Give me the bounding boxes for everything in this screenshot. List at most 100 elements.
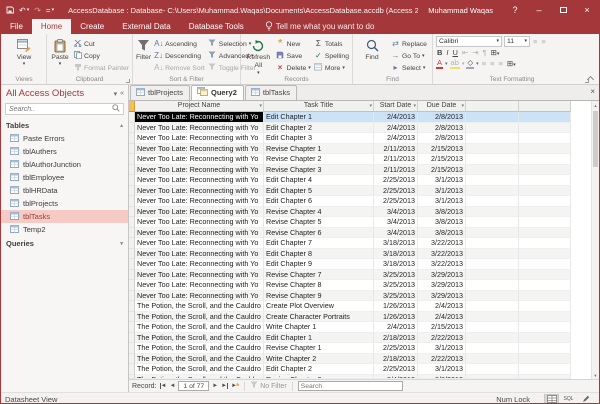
cell-task-title[interactable]: Edit Chapter 6: [264, 196, 374, 207]
cell-task-title[interactable]: Edit Chapter 4: [264, 175, 374, 186]
cell-empty[interactable]: [519, 154, 571, 165]
cell-task-title[interactable]: Revise Chapter 4: [264, 206, 374, 217]
cell-due-date[interactable]: 2/22/2013: [418, 353, 466, 364]
background-color-icon[interactable]: ◇: [466, 59, 475, 69]
cell-project-name[interactable]: The Potion, the Scroll, and the Cauldro: [135, 374, 264, 379]
next-record-button[interactable]: ►: [212, 383, 218, 389]
cell-empty[interactable]: [519, 217, 571, 228]
column-dropdown-icon[interactable]: ▾: [369, 101, 372, 111]
cell-empty[interactable]: [519, 196, 571, 207]
datasheet-view-icon[interactable]: [544, 393, 559, 403]
cell-project-name[interactable]: Never Too Late: Reconnecting with Yo: [135, 143, 264, 154]
cell-task-title[interactable]: Write Chapter 1: [264, 322, 374, 333]
cell-empty[interactable]: [466, 175, 519, 186]
cell-start-date[interactable]: 2/25/2013: [374, 185, 418, 196]
italic-button[interactable]: I: [445, 48, 449, 58]
view-button[interactable]: View ▾: [8, 36, 40, 67]
find-button[interactable]: Find: [356, 36, 388, 62]
cell-due-date[interactable]: 2/15/2013: [418, 143, 466, 154]
cell-empty[interactable]: [519, 269, 571, 280]
datasheet-formatting-icon[interactable]: ⊞▾: [506, 59, 517, 69]
cell-start-date[interactable]: 2/11/2013: [374, 143, 418, 154]
cell-empty[interactable]: [519, 185, 571, 196]
cell-empty[interactable]: [519, 133, 571, 144]
select-button[interactable]: ▸ Select ▾: [391, 62, 427, 74]
cell-empty[interactable]: [519, 112, 571, 123]
cell-empty[interactable]: [466, 374, 519, 379]
new-blank-record-button[interactable]: ► *: [231, 382, 239, 391]
delete-record-button[interactable]: × Delete ▾: [276, 62, 311, 74]
cell-start-date[interactable]: 2/11/2013: [374, 164, 418, 175]
cell-project-name[interactable]: Never Too Late: Reconnecting with Yo: [135, 290, 264, 301]
filter-status[interactable]: No Filter: [250, 381, 287, 391]
paste-button[interactable]: Paste ▾: [50, 36, 70, 67]
cell-empty[interactable]: [519, 374, 571, 379]
cell-project-name[interactable]: Never Too Late: Reconnecting with Yo: [135, 154, 264, 165]
cell-project-name[interactable]: Never Too Late: Reconnecting with Yo: [135, 196, 264, 207]
scroll-up-icon[interactable]: ▲: [592, 101, 599, 109]
cell-empty[interactable]: [519, 364, 571, 375]
cell-project-name[interactable]: Never Too Late: Reconnecting with Yo: [135, 185, 264, 196]
remove-sort-button[interactable]: A↓ Remove Sort: [154, 62, 205, 74]
cut-button[interactable]: Cut: [73, 38, 129, 50]
cell-empty[interactable]: [466, 290, 519, 301]
cell-empty[interactable]: [519, 227, 571, 238]
cell-due-date[interactable]: 3/1/2013: [418, 196, 466, 207]
cell-due-date[interactable]: 3/8/2013: [418, 206, 466, 217]
cell-project-name[interactable]: Never Too Late: Reconnecting with Yo: [135, 259, 264, 270]
cell-task-title[interactable]: Edit Chapter 9: [264, 259, 374, 270]
text-direction-icon[interactable]: ¶: [482, 48, 488, 58]
cell-empty[interactable]: [519, 301, 571, 312]
nav-pane-menu-icon[interactable]: ▾: [114, 90, 118, 98]
cell-start-date[interactable]: 2/4/2013: [374, 133, 418, 144]
cell-empty[interactable]: [466, 217, 519, 228]
cell-start-date[interactable]: 3/18/2013: [374, 248, 418, 259]
cell-task-title[interactable]: Edit Chapter 2: [264, 364, 374, 375]
cell-empty[interactable]: [466, 206, 519, 217]
cell-start-date[interactable]: 2/25/2013: [374, 364, 418, 375]
cell-due-date[interactable]: 2/4/2013: [418, 311, 466, 322]
cell-project-name[interactable]: Never Too Late: Reconnecting with Yo: [135, 206, 264, 217]
cell-empty[interactable]: [519, 175, 571, 186]
scroll-down-icon[interactable]: ▼: [592, 371, 599, 379]
cell-task-title[interactable]: Edit Chapter 1: [264, 332, 374, 343]
cell-task-title[interactable]: Revise Chapter 3: [264, 164, 374, 175]
cell-empty[interactable]: [519, 343, 571, 354]
cell-start-date[interactable]: 2/25/2013: [374, 175, 418, 186]
cell-empty[interactable]: [466, 269, 519, 280]
cell-empty[interactable]: [466, 154, 519, 165]
sidebar-item-tblemployee[interactable]: tblEmployee: [1, 171, 128, 184]
cell-empty[interactable]: [466, 122, 519, 133]
new-record-button[interactable]: * New: [276, 38, 311, 50]
cell-empty[interactable]: [466, 280, 519, 291]
tab-file[interactable]: File: [1, 19, 32, 34]
cell-empty[interactable]: [466, 343, 519, 354]
highlight-color-icon[interactable]: ab: [449, 59, 460, 69]
close-document-icon[interactable]: ×: [590, 87, 595, 96]
cell-project-name[interactable]: Never Too Late: Reconnecting with Yo: [135, 238, 264, 249]
cell-start-date[interactable]: 2/25/2013: [374, 343, 418, 354]
design-view-icon[interactable]: [578, 394, 593, 404]
cell-task-title[interactable]: Edit Chapter 3: [264, 133, 374, 144]
font-size-select[interactable]: 11 ▾: [504, 36, 530, 47]
cell-project-name[interactable]: The Potion, the Scroll, and the Cauldro: [135, 301, 264, 312]
cell-task-title[interactable]: Edit Chapter 2: [264, 122, 374, 133]
cell-project-name[interactable]: Never Too Late: Reconnecting with Yo: [135, 248, 264, 259]
totals-button[interactable]: Σ Totals: [314, 38, 349, 50]
cell-task-title[interactable]: Revise Chapter 1: [264, 343, 374, 354]
format-painter-button[interactable]: Format Painter: [73, 62, 129, 74]
cell-empty[interactable]: [519, 164, 571, 175]
record-position[interactable]: 1 of 77: [178, 381, 210, 391]
scrollbar-thumb[interactable]: [593, 111, 598, 167]
sidebar-item-tblprojects[interactable]: tblProjects: [1, 197, 128, 210]
sidebar-item-tbltasks[interactable]: tblTasks: [1, 210, 128, 223]
align-left-icon[interactable]: ≡: [481, 59, 487, 69]
cell-start-date[interactable]: 1/26/2013: [374, 301, 418, 312]
column-header-task-title[interactable]: Task Title ▾: [264, 101, 374, 112]
tell-me-box[interactable]: Tell me what you want to do: [265, 19, 374, 34]
column-dropdown-icon[interactable]: ▾: [259, 101, 262, 111]
account-name[interactable]: Muhammad Waqas: [428, 6, 493, 15]
cell-project-name[interactable]: The Potion, the Scroll, and the Cauldro: [135, 343, 264, 354]
nav-search-box[interactable]: [5, 103, 124, 115]
cell-due-date[interactable]: 3/1/2013: [418, 364, 466, 375]
